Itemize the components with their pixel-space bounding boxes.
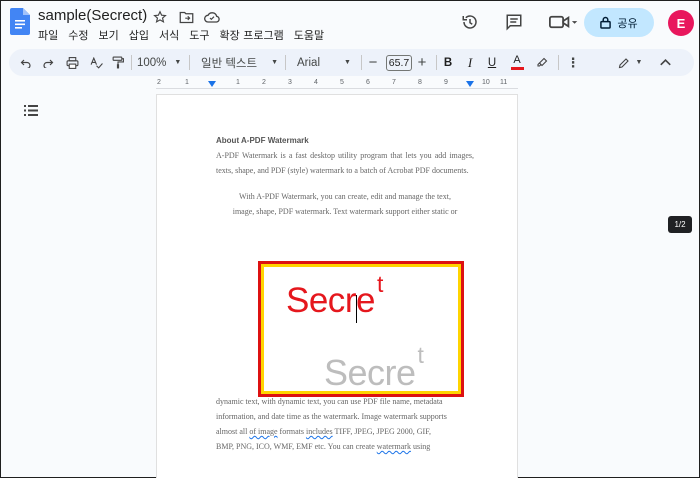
page-count-badge: 1/2	[668, 216, 692, 233]
menu-format[interactable]: 서식	[159, 27, 179, 43]
font-size-value: 65.7	[385, 54, 413, 71]
chevron-down-icon: ▼	[635, 59, 643, 66]
share-button[interactable]: 공유	[584, 8, 654, 37]
zoom-select[interactable]: 100% ▼	[135, 49, 185, 76]
more-options-icon[interactable]: ⋮	[566, 49, 580, 76]
menu-view[interactable]: 보기	[99, 27, 119, 43]
font-size-input[interactable]: 65.7	[385, 49, 413, 76]
paragraph-line: dynamic text, with dynamic text, you can…	[216, 397, 443, 406]
chevron-down-icon: ▼	[271, 59, 279, 66]
text-color-icon[interactable]: A	[508, 49, 526, 76]
chevron-down-icon: ▼	[174, 59, 182, 66]
lock-icon	[600, 16, 612, 29]
star-icon[interactable]	[151, 8, 169, 26]
menu-insert[interactable]: 삽입	[129, 27, 149, 43]
paragraph-intro: A-PDF Watermark is a fast desktop utilit…	[216, 151, 474, 175]
cloud-status-icon[interactable]	[203, 8, 221, 26]
meet-icon[interactable]	[547, 11, 581, 33]
paragraph-line: information, and date time as the waterm…	[216, 412, 447, 421]
history-icon[interactable]	[459, 11, 481, 33]
spellcheck-icon[interactable]	[87, 49, 105, 76]
undo-icon[interactable]	[17, 49, 35, 76]
menu-file[interactable]: 파일	[38, 27, 58, 43]
share-label: 공유	[617, 16, 638, 30]
text-cursor	[356, 295, 357, 323]
menu-tools[interactable]: 도구	[189, 27, 209, 43]
style-select[interactable]: 일반 텍스트 ▼	[195, 49, 281, 76]
collapse-menus-icon[interactable]	[657, 49, 673, 76]
comments-icon[interactable]	[503, 11, 525, 33]
right-indent-marker[interactable]	[466, 81, 474, 87]
paint-format-icon[interactable]	[109, 49, 127, 76]
zoom-value: 100%	[137, 56, 167, 69]
print-icon[interactable]	[63, 49, 81, 76]
highlight-icon[interactable]	[534, 49, 550, 76]
paragraph-line: BMP, PNG, ICO, WMF, EMF etc. You can cre…	[216, 442, 431, 451]
left-indent-marker[interactable]	[208, 81, 216, 87]
menu-help[interactable]: 도움말	[294, 27, 324, 43]
menu-bar: 파일 수정 보기 삽입 서식 도구 확장 프로그램 도움말	[38, 27, 324, 43]
docs-logo-icon[interactable]	[10, 8, 30, 35]
move-folder-icon[interactable]	[177, 8, 195, 26]
underline-icon[interactable]: U	[484, 49, 500, 76]
redo-icon[interactable]	[39, 49, 57, 76]
document-heading: About A-PDF Watermark	[216, 136, 309, 145]
selected-image[interactable]: Secret Secret	[258, 261, 464, 397]
font-select[interactable]: Arial ▼	[291, 49, 355, 76]
document-page[interactable]: About A-PDF Watermark A-PDF Watermark is…	[156, 94, 518, 478]
title-bar: sample(Secrect) 파일 수정 보기 삽입 서식 도구 확장 프로그…	[1, 1, 699, 47]
increase-font-size-icon[interactable]: +	[414, 49, 430, 76]
italic-icon[interactable]: I	[462, 49, 478, 76]
paragraph-line: almost all of image formats includes TIF…	[216, 427, 432, 436]
paragraph-line: image, shape, PDF watermark. Text waterm…	[232, 207, 458, 216]
font-value: Arial	[297, 56, 321, 69]
style-value: 일반 텍스트	[201, 57, 258, 70]
red-secret-text: Secret	[286, 271, 383, 320]
formatting-toolbar: 100% ▼ 일반 텍스트 ▼ Arial ▼ − 65.7 + B I U A…	[9, 49, 694, 76]
chevron-down-icon: ▼	[344, 59, 351, 66]
paragraph-line: With A-PDF Watermark, you can create, ed…	[239, 192, 451, 201]
gray-secret-text: Secret	[324, 342, 424, 393]
document-body[interactable]: About A-PDF Watermark A-PDF Watermark is…	[216, 133, 474, 219]
document-title[interactable]: sample(Secrect)	[38, 7, 147, 24]
document-body-continued[interactable]: dynamic text, with dynamic text, you can…	[216, 394, 474, 454]
document-outline-icon[interactable]	[24, 103, 38, 121]
menu-extensions[interactable]: 확장 프로그램	[220, 27, 284, 43]
decrease-font-size-icon[interactable]: −	[365, 49, 381, 76]
bold-icon[interactable]: B	[440, 49, 456, 76]
editing-mode-icon[interactable]: ▼	[613, 49, 647, 76]
avatar[interactable]: E	[668, 10, 694, 36]
horizontal-ruler[interactable]: 2 1 1 2 3 4 5 6 7 8 9 10 11	[156, 79, 518, 91]
menu-edit[interactable]: 수정	[68, 27, 88, 43]
